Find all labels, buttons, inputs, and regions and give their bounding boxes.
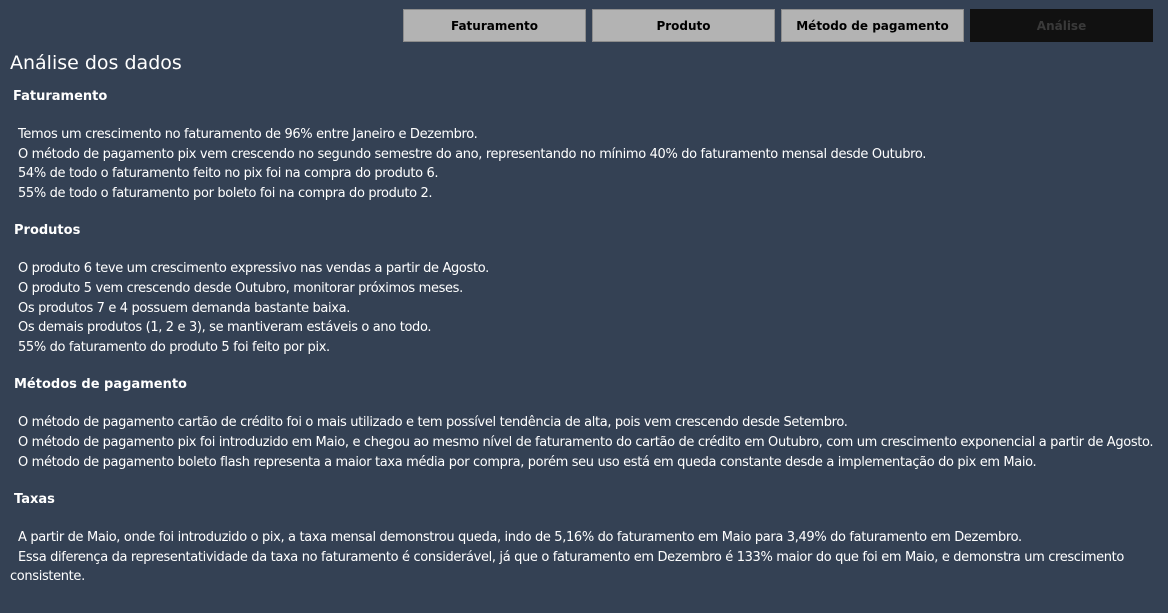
section-heading-faturamento: Faturamento bbox=[13, 89, 108, 104]
analysis-line: O produto 5 vem crescendo desde Outubro,… bbox=[18, 280, 463, 296]
section-metodos-de-pagamento: Métodos de pagamento O método de pagamen… bbox=[10, 376, 1165, 472]
section-faturamento: Faturamento Temos um crescimento no fatu… bbox=[10, 88, 1165, 203]
nav-button-metodo-de-pagamento[interactable]: Método de pagamento bbox=[781, 9, 964, 42]
analysis-line: 55% de todo o faturamento por boleto foi… bbox=[18, 185, 433, 201]
page-title: Análise dos dados bbox=[10, 52, 182, 74]
analysis-line: Essa diferença da representatividade da … bbox=[10, 549, 1125, 585]
analysis-line: 54% de todo o faturamento feito no pix f… bbox=[18, 166, 439, 182]
nav-button-produto[interactable]: Produto bbox=[592, 9, 775, 42]
top-nav: Faturamento Produto Método de pagamento … bbox=[403, 9, 1159, 42]
section-heading-metodos-de-pagamento: Métodos de pagamento bbox=[14, 377, 187, 393]
section-produtos: Produtos O produto 6 teve um crescimento… bbox=[10, 222, 1165, 357]
section-heading-taxas: Taxas bbox=[14, 492, 55, 508]
analysis-line: O método de pagamento pix vem crescendo … bbox=[18, 146, 927, 162]
section-body-faturamento: Temos um crescimento no faturamento de 9… bbox=[10, 125, 1165, 203]
analysis-line: 55% do faturamento do produto 5 foi feit… bbox=[18, 339, 330, 355]
section-heading-produtos: Produtos bbox=[14, 223, 81, 239]
section-body-produtos: O produto 6 teve um crescimento expressi… bbox=[10, 259, 1165, 357]
nav-button-faturamento[interactable]: Faturamento bbox=[403, 9, 586, 42]
analysis-line: O método de pagamento cartão de crédito … bbox=[18, 415, 848, 431]
analysis-line: O método de pagamento boleto flash repre… bbox=[18, 454, 1037, 470]
section-taxas: Taxas A partir de Maio, onde foi introdu… bbox=[10, 491, 1165, 587]
analysis-line: Os produtos 7 e 4 possuem demanda bastan… bbox=[18, 300, 351, 316]
analysis-line: O método de pagamento pix foi introduzid… bbox=[18, 434, 1154, 450]
nav-button-analise[interactable]: Análise bbox=[970, 9, 1153, 42]
analysis-content: Faturamento Temos um crescimento no fatu… bbox=[10, 88, 1165, 606]
analysis-line: Os demais produtos (1, 2 e 3), se mantiv… bbox=[18, 320, 432, 336]
analysis-line: O produto 6 teve um crescimento expressi… bbox=[18, 261, 489, 277]
analysis-line: A partir de Maio, onde foi introduzido o… bbox=[18, 530, 1022, 546]
section-body-taxas: A partir de Maio, onde foi introduzido o… bbox=[10, 528, 1165, 587]
section-body-metodos-de-pagamento: O método de pagamento cartão de crédito … bbox=[10, 413, 1165, 472]
analysis-line: Temos um crescimento no faturamento de 9… bbox=[18, 127, 478, 142]
